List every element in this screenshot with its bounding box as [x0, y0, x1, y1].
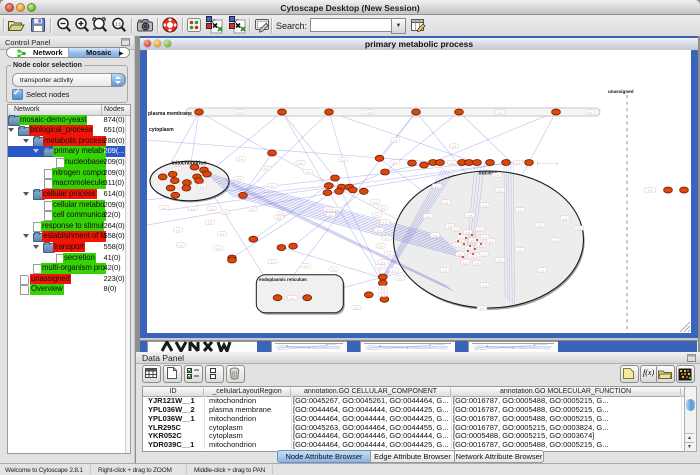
svg-text:(--): (--)	[251, 207, 255, 211]
svg-text:(--): (--)	[454, 227, 458, 231]
svg-text:(--): (--)	[588, 110, 592, 114]
svg-text:(--): (--)	[341, 158, 345, 162]
svg-text:(--): (--)	[498, 258, 502, 262]
svg-text:(--): (--)	[471, 238, 475, 242]
svg-text:(--): (--)	[220, 232, 224, 236]
svg-text:(--): (--)	[326, 207, 330, 211]
svg-text:(--): (--)	[516, 161, 520, 165]
svg-text:(--): (--)	[577, 226, 581, 230]
svg-text:(--): (--)	[277, 216, 281, 220]
svg-text:(--): (--)	[373, 200, 377, 204]
svg-text:(--): (--)	[468, 213, 472, 217]
svg-text:(--): (--)	[518, 248, 522, 252]
svg-text:(--): (--)	[383, 220, 387, 224]
svg-text:(--): (--)	[175, 167, 179, 171]
svg-text:(--): (--)	[452, 144, 456, 148]
svg-text:(--): (--)	[480, 306, 484, 310]
svg-text:(--): (--)	[459, 235, 463, 239]
svg-text:(--): (--)	[381, 286, 385, 290]
svg-text:(--): (--)	[475, 261, 479, 265]
svg-text:(--): (--)	[443, 268, 447, 272]
svg-text:(--): (--)	[489, 239, 493, 243]
svg-text:(--): (--)	[495, 173, 499, 177]
svg-text:(--): (--)	[483, 283, 487, 287]
svg-text:unassigned: unassigned	[608, 89, 634, 94]
svg-text:(--): (--)	[329, 213, 333, 217]
svg-text:(--): (--)	[208, 221, 212, 225]
svg-text:(--): (--)	[540, 268, 544, 272]
svg-text:(--): (--)	[335, 208, 339, 212]
svg-text:(--): (--)	[200, 184, 204, 188]
svg-text:(--): (--)	[179, 243, 183, 247]
svg-text:plasma membrane: plasma membrane	[148, 111, 192, 117]
svg-text:(--): (--)	[332, 267, 336, 271]
svg-text:(--): (--)	[387, 252, 391, 256]
svg-text:(--): (--)	[162, 206, 166, 210]
svg-text:(--): (--)	[444, 200, 448, 204]
svg-text:(--): (--)	[463, 260, 467, 264]
svg-text:(--): (--)	[518, 208, 522, 212]
svg-text:(--): (--)	[271, 260, 275, 264]
svg-text:(--): (--)	[381, 260, 385, 264]
svg-text:(--): (--)	[375, 213, 379, 217]
svg-text:(--): (--)	[271, 184, 275, 188]
svg-text:(--): (--)	[538, 223, 542, 227]
svg-text:(--): (--)	[223, 211, 227, 215]
svg-text:(--): (--)	[385, 236, 389, 240]
svg-text:(--): (--)	[466, 230, 470, 234]
svg-text:(--): (--)	[176, 228, 180, 232]
svg-text:(--): (--)	[458, 252, 462, 256]
svg-text:(--): (--)	[191, 207, 195, 211]
svg-text:(--): (--)	[648, 188, 652, 192]
svg-text:(--): (--)	[291, 296, 295, 300]
svg-text:(--): (--)	[381, 293, 385, 297]
svg-text:(--): (--)	[563, 216, 567, 220]
svg-text:(--): (--)	[498, 110, 502, 114]
svg-text:(--): (--)	[304, 264, 308, 268]
svg-text:(--): (--)	[377, 228, 381, 232]
svg-text:mitochondrion: mitochondrion	[172, 161, 207, 167]
svg-text:(--): (--)	[478, 227, 482, 231]
svg-text:(--): (--)	[355, 306, 359, 310]
svg-text:(--): (--)	[455, 243, 459, 247]
svg-text:(--): (--)	[393, 160, 397, 164]
svg-text:(--): (--)	[379, 244, 383, 248]
svg-text:(--): (--)	[393, 138, 397, 142]
svg-text:(--): (--)	[238, 110, 242, 114]
svg-text:(--): (--)	[265, 167, 269, 171]
svg-text:1:1: 1:1	[115, 22, 122, 27]
svg-text:(--): (--)	[450, 161, 454, 165]
svg-text:(--): (--)	[216, 246, 220, 250]
svg-text:(--): (--)	[553, 238, 557, 242]
svg-text:(--): (--)	[482, 252, 486, 256]
svg-text:(--): (--)	[398, 276, 402, 280]
svg-text:(--): (--)	[483, 235, 487, 239]
svg-text:(--): (--)	[483, 203, 487, 207]
svg-text:(--): (--)	[381, 206, 385, 210]
svg-text:(--): (--)	[239, 157, 243, 161]
svg-text:(--): (--)	[237, 177, 241, 181]
svg-text:(--): (--)	[368, 110, 372, 114]
svg-text:(--): (--)	[210, 207, 214, 211]
svg-text:(--): (--)	[498, 188, 502, 192]
svg-text:cytoplasm: cytoplasm	[149, 127, 174, 133]
svg-text:(--): (--)	[435, 184, 439, 188]
svg-text:(--): (--)	[433, 233, 437, 237]
svg-text:(--- ---- ----- ---): (--- ---- ----- ---)	[537, 161, 558, 165]
svg-text:(--): (--)	[426, 214, 430, 218]
svg-text:(--): (--)	[392, 268, 396, 272]
svg-text:endoplasmic reticulum: endoplasmic reticulum	[259, 277, 307, 282]
svg-text:(--): (--)	[448, 224, 452, 228]
svg-text:(--): (--)	[306, 170, 310, 174]
svg-text:(--): (--)	[378, 265, 382, 269]
svg-text:(--): (--)	[299, 161, 303, 165]
